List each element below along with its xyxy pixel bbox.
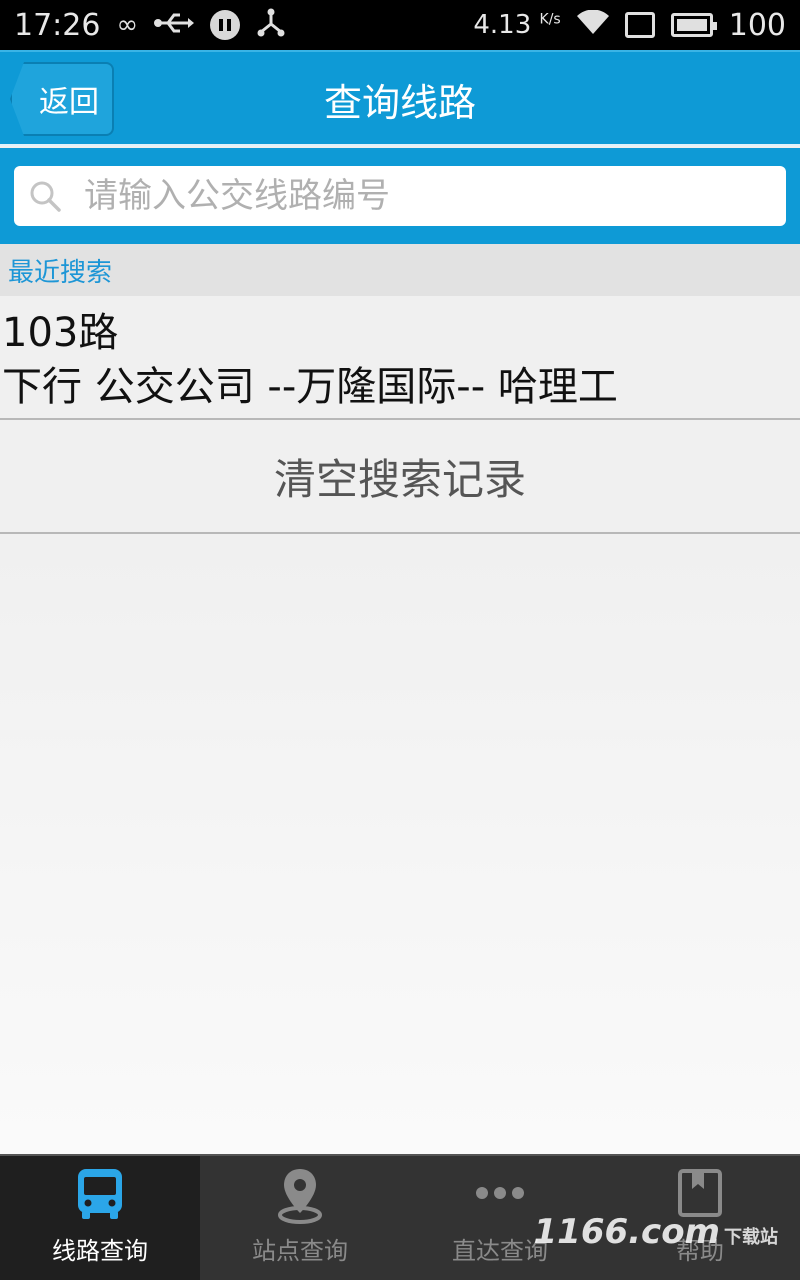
recent-search-heading: 最近搜索 [0, 244, 800, 296]
pause-icon [210, 10, 241, 40]
bus-icon [78, 1169, 122, 1219]
nav-item-route-query[interactable]: 线路查询 [0, 1156, 200, 1280]
status-right: 4.13 K/s 100 [473, 8, 786, 43]
watermark-text: 1166.com [533, 1212, 721, 1252]
status-bar: 17:26 ∞ 4.13 K/s 100 [0, 0, 800, 50]
list-item[interactable]: 103路 下行 公交公司 --万隆国际-- 哈理工 [0, 296, 800, 418]
search-box[interactable] [14, 166, 786, 226]
watermark-sub: 下载站 [724, 1227, 778, 1248]
content-area [0, 534, 800, 1154]
wifi-icon [576, 9, 609, 41]
search-input[interactable] [84, 176, 724, 216]
route-detail: 下行 公交公司 --万隆国际-- 哈理工 [2, 364, 618, 410]
battery-level: 100 [728, 7, 786, 43]
clear-history-button[interactable]: 清空搜索记录 [0, 420, 800, 532]
watermark-logo: 1166.com 下载站 [534, 1212, 779, 1252]
infinity-icon: ∞ [116, 10, 139, 40]
network-speed: 4.13 K/s [473, 10, 561, 40]
status-left: 17:26 ∞ [14, 8, 286, 43]
page-title: 查询线路 [323, 80, 476, 125]
app-header: 返回 查询线路 [0, 50, 800, 146]
map-pin-icon [278, 1169, 322, 1224]
route-name: 103路 [2, 310, 119, 356]
usb-icon [154, 11, 195, 40]
share-icon [256, 8, 286, 43]
more-dots-icon [476, 1187, 524, 1199]
nav-label: 线路查询 [52, 1237, 148, 1265]
search-icon [30, 181, 61, 212]
nav-item-stop-query[interactable]: 站点查询 [200, 1156, 400, 1280]
nav-label: 站点查询 [252, 1237, 348, 1265]
sim-icon [624, 12, 655, 38]
battery-icon [670, 13, 717, 37]
search-area [0, 148, 800, 244]
status-time: 17:26 [14, 7, 101, 43]
